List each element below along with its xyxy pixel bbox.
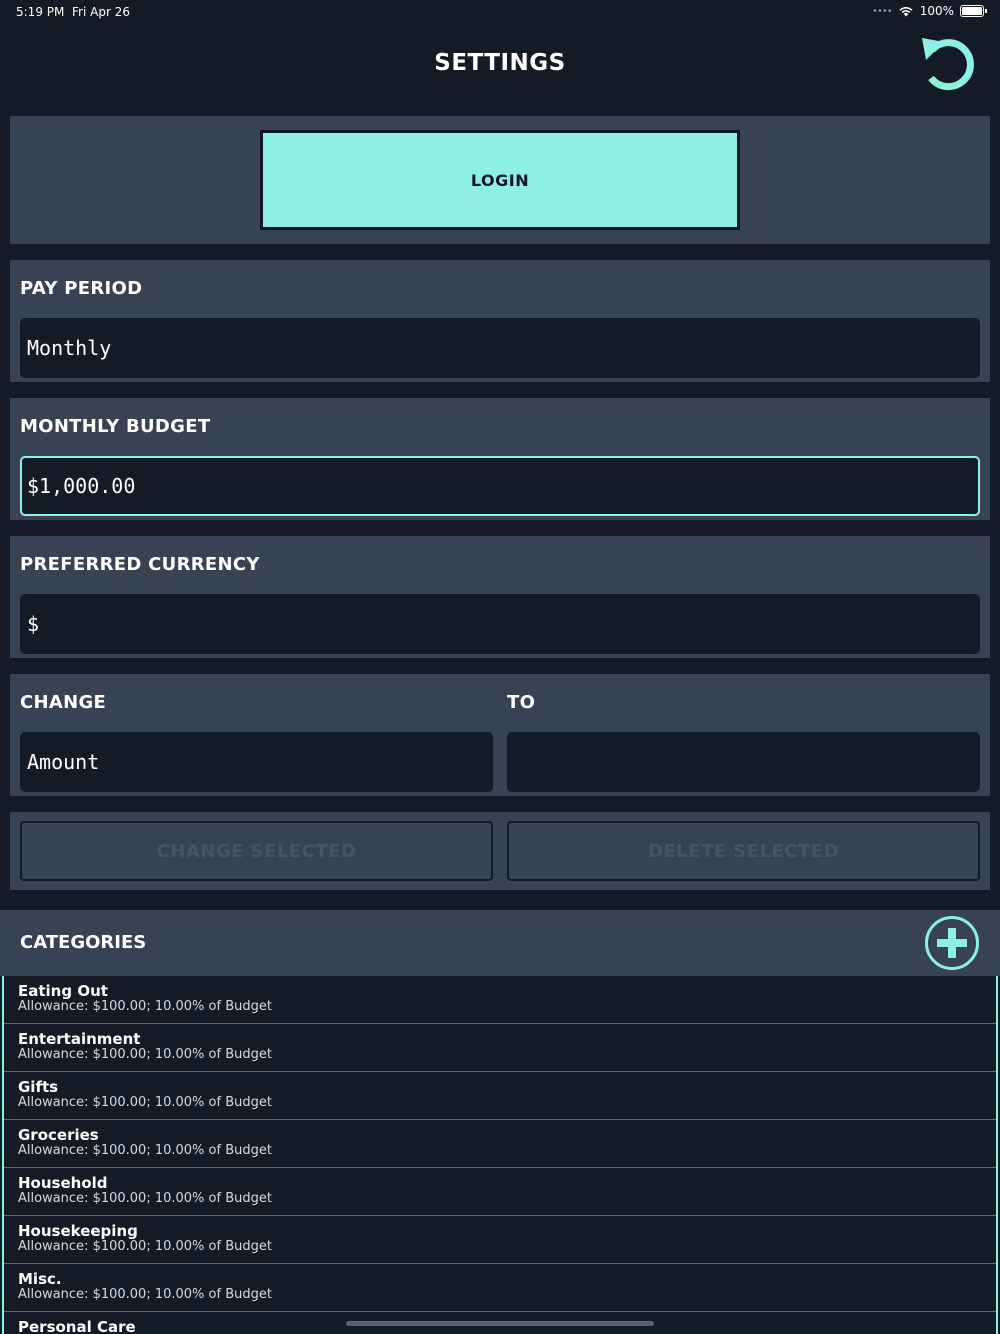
category-name: Groceries	[18, 1126, 99, 1144]
list-item[interactable]: Gifts Allowance: $100.00; 10.00% of Budg…	[4, 1072, 996, 1120]
list-item[interactable]: Entertainment Allowance: $100.00; 10.00%…	[4, 1024, 996, 1072]
delete-selected-button[interactable]: DELETE SELECTED	[507, 821, 980, 881]
status-time: 5:19 PM	[16, 5, 65, 19]
plus-circle-icon[interactable]	[924, 915, 980, 971]
categories-header: CATEGORIES	[0, 910, 1000, 976]
wifi-icon	[899, 6, 913, 17]
battery-icon	[960, 5, 987, 17]
pay-period-select[interactable]: Monthly	[20, 318, 980, 378]
change-label: CHANGE	[20, 692, 107, 713]
list-item[interactable]: Eating Out Allowance: $100.00; 10.00% of…	[4, 976, 996, 1024]
cellular-dots-icon: ••••	[872, 5, 893, 17]
preferred-currency-panel: PREFERRED CURRENCY $	[10, 536, 990, 658]
category-name: Housekeeping	[18, 1222, 138, 1240]
status-date: Fri Apr 26	[72, 5, 130, 19]
status-indicators: •••• 100%	[872, 4, 987, 18]
pay-period-label: PAY PERIOD	[20, 278, 143, 299]
change-to-input[interactable]	[507, 732, 980, 792]
change-selected-button[interactable]: CHANGE SELECTED	[20, 821, 493, 881]
category-detail: Allowance: $100.00; 10.00% of Budget	[18, 1047, 272, 1062]
change-panel: CHANGE TO Amount	[10, 674, 990, 796]
login-panel: LOGIN	[10, 116, 990, 244]
list-item[interactable]: Groceries Allowance: $100.00; 10.00% of …	[4, 1120, 996, 1168]
category-detail: Allowance: $100.00; 10.00% of Budget	[18, 1095, 272, 1110]
home-indicator[interactable]	[346, 1321, 654, 1326]
category-detail: Allowance: $100.00; 10.00% of Budget	[18, 1287, 272, 1302]
pay-period-panel: PAY PERIOD Monthly	[10, 260, 990, 382]
category-detail: Allowance: $100.00; 10.00% of Budget	[18, 1143, 272, 1158]
list-item[interactable]: Housekeeping Allowance: $100.00; 10.00% …	[4, 1216, 996, 1264]
status-bar: 5:19 PM Fri Apr 26 •••• 100%	[0, 0, 1000, 24]
category-detail: Allowance: $100.00; 10.00% of Budget	[18, 1191, 272, 1206]
actions-panel: CHANGE SELECTED DELETE SELECTED	[10, 812, 990, 890]
category-name: Household	[18, 1174, 108, 1192]
list-item[interactable]: Misc. Allowance: $100.00; 10.00% of Budg…	[4, 1264, 996, 1312]
change-amount-select[interactable]: Amount	[20, 732, 493, 792]
category-detail: Allowance: $100.00; 10.00% of Budget	[18, 999, 272, 1014]
category-list[interactable]: Eating Out Allowance: $100.00; 10.00% of…	[2, 976, 998, 1334]
preferred-currency-label: PREFERRED CURRENCY	[20, 554, 260, 575]
category-name: Misc.	[18, 1270, 62, 1288]
refresh-icon[interactable]	[918, 32, 982, 96]
monthly-budget-panel: MONTHLY BUDGET $1,000.00	[10, 398, 990, 520]
to-label: TO	[507, 692, 536, 713]
categories-title: CATEGORIES	[20, 932, 147, 953]
preferred-currency-input[interactable]: $	[20, 594, 980, 654]
page-title: SETTINGS	[434, 50, 566, 76]
login-button[interactable]: LOGIN	[260, 130, 740, 230]
category-detail: Allowance: $100.00; 10.00% of Budget	[18, 1239, 272, 1254]
battery-percentage: 100%	[919, 4, 954, 18]
category-name: Eating Out	[18, 982, 108, 1000]
monthly-budget-input[interactable]: $1,000.00	[20, 456, 980, 516]
category-name: Entertainment	[18, 1030, 141, 1048]
category-name: Gifts	[18, 1078, 59, 1096]
monthly-budget-label: MONTHLY BUDGET	[20, 416, 211, 437]
list-item[interactable]: Household Allowance: $100.00; 10.00% of …	[4, 1168, 996, 1216]
